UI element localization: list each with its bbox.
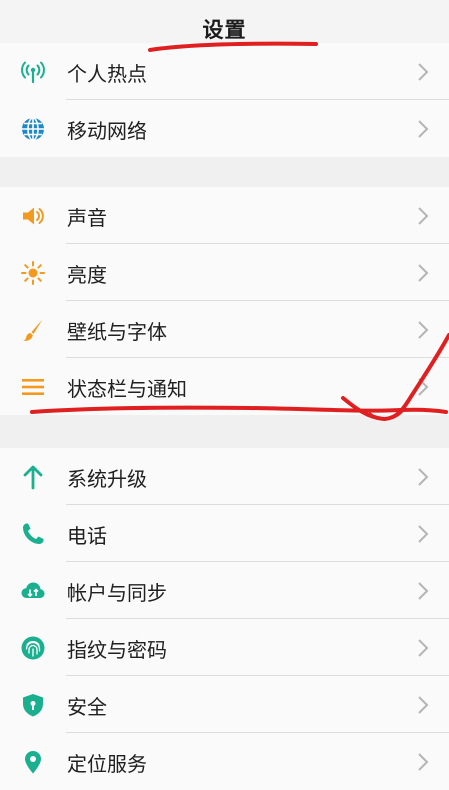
settings-item-label: 电话 bbox=[67, 524, 107, 548]
settings-item-label: 系统升级 bbox=[67, 467, 147, 491]
settings-item-hotspot[interactable]: 个人热点 bbox=[0, 43, 449, 100]
paintbrush-icon bbox=[20, 317, 46, 343]
chevron-right-icon bbox=[417, 320, 429, 340]
settings-item-fingerprint-password[interactable]: 指纹与密码 bbox=[0, 619, 449, 676]
settings-item-location-services[interactable]: 定位服务 bbox=[0, 733, 449, 790]
settings-item-system-update[interactable]: 系统升级 bbox=[0, 448, 449, 505]
settings-item-wallpaper-font[interactable]: 壁纸与字体 bbox=[0, 301, 449, 358]
settings-item-brightness[interactable]: 亮度 bbox=[0, 244, 449, 301]
settings-item-sound[interactable]: 声音 bbox=[0, 187, 449, 244]
chevron-right-icon bbox=[417, 119, 429, 139]
settings-item-mobile-network[interactable]: 移动网络 bbox=[0, 100, 449, 157]
settings-item-label: 移动网络 bbox=[67, 119, 147, 143]
hotspot-icon bbox=[20, 59, 46, 85]
chevron-right-icon bbox=[417, 638, 429, 658]
chevron-right-icon bbox=[417, 695, 429, 715]
settings-item-security[interactable]: 安全 bbox=[0, 676, 449, 733]
settings-item-label: 定位服务 bbox=[67, 752, 147, 776]
fingerprint-icon bbox=[20, 635, 46, 661]
chevron-right-icon bbox=[417, 206, 429, 226]
settings-item-label: 声音 bbox=[67, 206, 107, 230]
globe-icon bbox=[20, 116, 46, 142]
chevron-right-icon bbox=[417, 377, 429, 397]
settings-group-display: 声音 亮度 壁纸与字体 状态栏与通知 bbox=[0, 187, 449, 415]
settings-item-label: 个人热点 bbox=[67, 62, 147, 86]
list-icon bbox=[20, 374, 46, 400]
chevron-right-icon bbox=[417, 263, 429, 283]
chevron-right-icon bbox=[417, 467, 429, 487]
cloud-sync-icon bbox=[20, 578, 46, 604]
settings-item-label: 安全 bbox=[67, 695, 107, 719]
settings-group-network: 个人热点 移动网络 bbox=[0, 43, 449, 157]
settings-item-label: 壁纸与字体 bbox=[67, 320, 167, 344]
settings-item-statusbar-notifications[interactable]: 状态栏与通知 bbox=[0, 358, 449, 415]
shield-icon bbox=[20, 692, 46, 718]
chevron-right-icon bbox=[417, 62, 429, 82]
settings-item-label: 帐户与同步 bbox=[67, 581, 167, 605]
settings-item-label: 亮度 bbox=[67, 263, 107, 287]
location-pin-icon bbox=[20, 749, 46, 775]
arrow-up-icon bbox=[20, 464, 46, 490]
settings-item-phone[interactable]: 电话 bbox=[0, 505, 449, 562]
settings-item-label: 状态栏与通知 bbox=[67, 377, 187, 401]
chevron-right-icon bbox=[417, 752, 429, 772]
chevron-right-icon bbox=[417, 524, 429, 544]
settings-item-label: 指纹与密码 bbox=[67, 638, 167, 662]
speaker-icon bbox=[20, 203, 46, 229]
chevron-right-icon bbox=[417, 581, 429, 601]
settings-group-system: 系统升级 电话 帐户与同步 指纹与密码 安全 定位服务 bbox=[0, 448, 449, 790]
page-title: 设置 bbox=[202, 18, 247, 42]
phone-icon bbox=[20, 521, 46, 547]
sun-icon bbox=[20, 260, 46, 286]
settings-item-accounts-sync[interactable]: 帐户与同步 bbox=[0, 562, 449, 619]
